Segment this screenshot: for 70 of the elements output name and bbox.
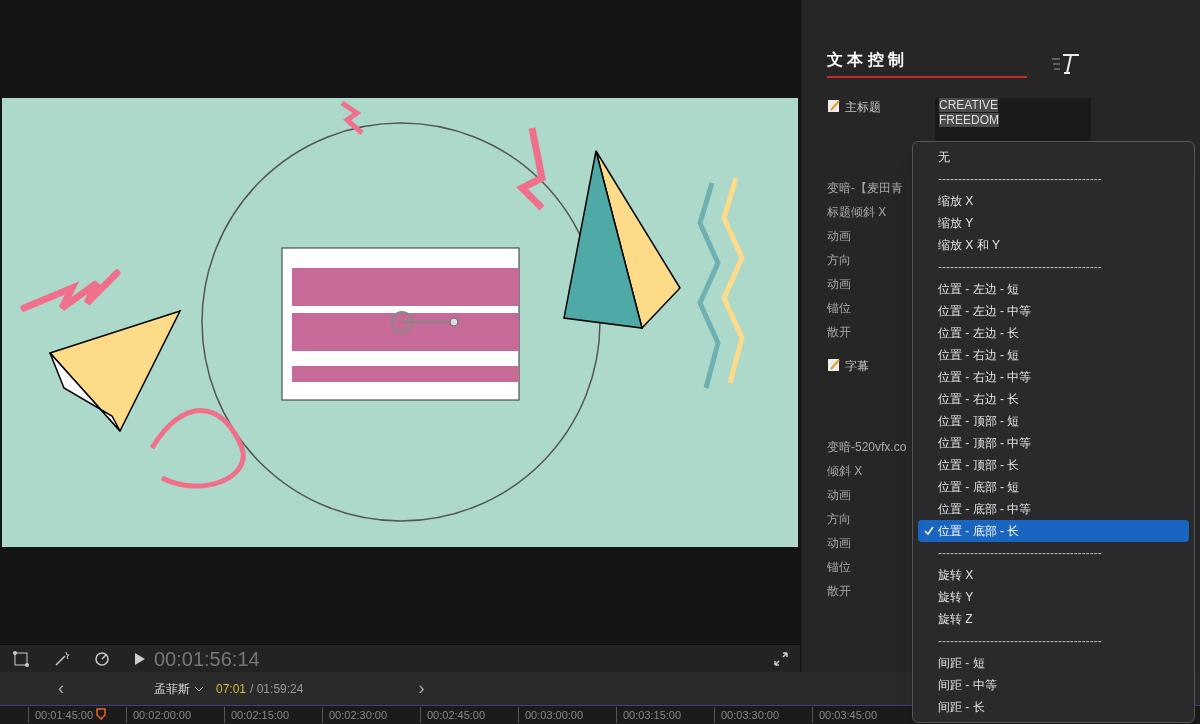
parameter-label: 动画 [827,228,851,245]
parameter-label: 散开 [827,583,851,600]
parameter-label: 变暗-【麦田青 [827,180,903,197]
ruler-label: 00:01:45:00 [28,706,126,724]
parameter-label: 倾斜 X [827,463,863,480]
menu-item[interactable]: 缩放 X [918,190,1189,212]
menu-item[interactable]: 间距 - 短 [918,652,1189,674]
ruler-label: 00:03:00:00 [518,706,616,724]
text-field[interactable]: CREATIVE FREEDOM [935,98,1091,144]
menu-item[interactable]: 位置 - 顶部 - 长 [918,454,1189,476]
section-label: 字幕 [845,358,869,375]
menu-item[interactable]: 位置 - 左边 - 中等 [918,300,1189,322]
note-icon [827,99,841,113]
menu-item[interactable]: 无 [918,146,1189,168]
back-button[interactable]: ‹ [58,675,64,702]
chevron-down-icon[interactable] [194,684,204,693]
menu-item[interactable]: 位置 - 右边 - 短 [918,344,1189,366]
checkmark-icon [924,526,934,536]
play-icon[interactable] [134,651,146,666]
menu-item[interactable]: 旋转 Y [918,586,1189,608]
magic-wand-icon[interactable] [54,650,70,667]
menu-separator: ----------------------------------------- [937,259,1103,276]
menu-item[interactable]: 间距 - 长 [918,696,1189,718]
menu-item[interactable]: 旋转 Z [918,608,1189,630]
current-time: 07:01 [216,680,247,698]
menu-item[interactable]: 缩放 Y [918,212,1189,234]
fullscreen-icon[interactable] [774,651,788,666]
menu-item[interactable]: 旋转 X [918,564,1189,586]
menu-item[interactable]: 位置 - 顶部 - 短 [918,410,1189,432]
parameter-label: 变暗-520vfx.co [827,439,907,456]
ruler-label: 00:03:45:00 [812,706,910,724]
ruler-label: 00:03:15:00 [616,706,714,724]
menu-item[interactable]: 位置 - 左边 - 长 [918,322,1189,344]
speedometer-icon[interactable] [94,650,110,667]
playhead-icon[interactable] [96,708,106,720]
menu-separator: ----------------------------------------- [937,171,1103,188]
parameter-label: 锚位 [827,559,851,576]
menu-item[interactable]: 位置 - 右边 - 长 [918,388,1189,410]
transform-icon[interactable] [12,649,30,668]
menu-item[interactable]: 缩放 X 和 Y [918,234,1189,256]
menu-separator: ----------------------------------------- [937,545,1103,562]
ruler-label: 00:02:30:00 [322,706,420,724]
parameter-label: 方向 [827,252,851,269]
inspector-title: 文 本 控 制 [827,48,1027,78]
menu-item[interactable]: 位置 - 底部 - 短 [918,476,1189,498]
parameter-label: 动画 [827,276,851,293]
text-style-icon [1051,51,1081,75]
project-name[interactable]: 孟菲斯 [154,679,190,698]
total-duration: / 01:59:24 [250,680,304,698]
menu-item[interactable]: 位置 - 底部 - 中等 [918,498,1189,520]
menu-item[interactable]: 位置 - 左边 - 短 [918,278,1189,300]
ruler-label: 00:02:00:00 [126,706,224,724]
timecode: 00:01:56:14 [154,646,260,672]
section-label: 主标题 [845,99,881,116]
menu-item[interactable]: 位置 - 底部 - 长 [918,520,1189,542]
ruler-label: 00:02:45:00 [420,706,518,724]
parameter-label: 方向 [827,511,851,528]
parameter-label: 标题倾斜 X [827,204,887,221]
menu-item[interactable]: 位置 - 顶部 - 中等 [918,432,1189,454]
parameter-label: 动画 [827,535,851,552]
ruler-label: 00:03:30:00 [714,706,812,724]
forward-button[interactable]: › [418,675,425,702]
menu-separator: ----------------------------------------- [937,633,1103,650]
menu-item[interactable]: 位置 - 右边 - 中等 [918,366,1189,388]
ruler-label: 00:02:15:00 [224,706,322,724]
menu-item[interactable]: 间距 - 中等 [918,674,1189,696]
parameter-label: 锚位 [827,300,851,317]
note-icon [827,358,841,372]
parameter-label: 散开 [827,324,851,341]
parameter-label: 动画 [827,487,851,504]
